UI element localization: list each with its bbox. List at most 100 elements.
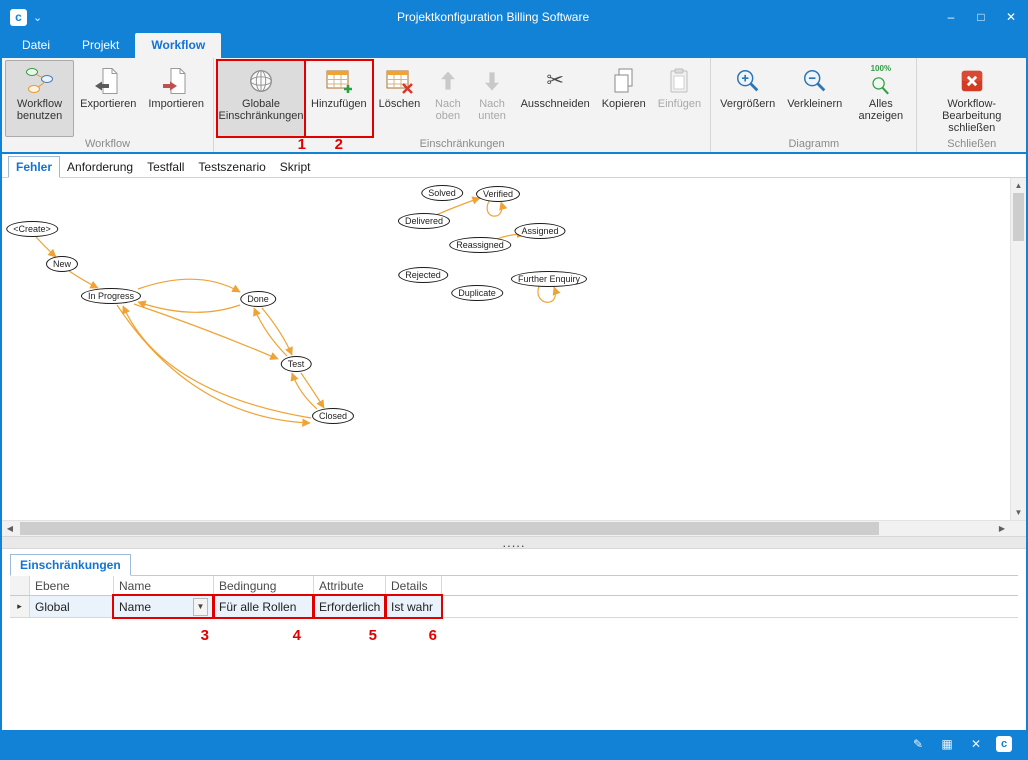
status-close-icon[interactable]: ✕: [967, 737, 985, 751]
tab-workflow[interactable]: Workflow: [135, 33, 221, 58]
ausschneiden-button[interactable]: ✂ Ausschneiden: [515, 60, 596, 137]
doc-tab-anforderung[interactable]: Anforderung: [60, 157, 140, 177]
state-node-delivered[interactable]: Delivered: [398, 213, 450, 229]
constraints-table: Ebene Name Bedingung Attribute Details ▸…: [10, 576, 1018, 618]
state-node-closed[interactable]: Closed: [312, 408, 354, 424]
combo-dropdown-icon[interactable]: ▼: [193, 598, 208, 616]
minimize-button[interactable]: –: [936, 2, 966, 32]
maximize-button[interactable]: □: [966, 2, 996, 32]
button-label: Nach unten: [476, 98, 509, 122]
state-node-verified[interactable]: Verified: [476, 186, 520, 202]
status-app-logo-icon[interactable]: c: [996, 736, 1012, 752]
paste-icon: [664, 64, 694, 98]
workflow-benutzen-button[interactable]: Workflow benutzen: [5, 60, 74, 137]
ribbon: Workflow benutzen Exportieren: [2, 58, 1026, 154]
zoom-100-badge: 100%: [871, 65, 891, 73]
importieren-button[interactable]: Importieren: [142, 60, 210, 137]
header-filler: [442, 576, 1018, 595]
title-bar: c ⌄ Projektkonfiguration Billing Softwar…: [2, 2, 1026, 32]
state-node-solved[interactable]: Solved: [421, 185, 463, 201]
app-logo-icon: c: [10, 9, 27, 26]
cell-details[interactable]: Ist wahr 6: [386, 596, 442, 617]
state-node-reassigned[interactable]: Reassigned: [449, 237, 511, 253]
cell-details-value: Ist wahr: [391, 600, 433, 614]
horizontal-scroll-track[interactable]: [18, 521, 994, 536]
ribbon-group-einschraenkungen: Globale Einschränkungen 1 Hinzufügen: [214, 58, 711, 152]
cell-ebene[interactable]: Global: [30, 596, 114, 617]
cell-name-value: Name: [119, 600, 151, 614]
alles-anzeigen-button[interactable]: 100% Alles anzeigen: [848, 60, 913, 137]
doc-tab-testszenario[interactable]: Testszenario: [191, 157, 272, 177]
state-node-further-enquiry[interactable]: Further Enquiry: [511, 271, 587, 287]
delete-table-icon: [384, 64, 414, 98]
state-node-assigned[interactable]: Assigned: [514, 223, 565, 239]
doc-tab-skript[interactable]: Skript: [273, 157, 318, 177]
annotation-number-1: 1: [298, 139, 306, 151]
scroll-right-icon[interactable]: ▶: [994, 521, 1010, 536]
state-node-new[interactable]: New: [46, 256, 78, 272]
workflow-diagram-canvas[interactable]: <Create> New In Progress Done Test Close…: [2, 178, 1010, 520]
status-grid-icon[interactable]: ▦: [938, 737, 956, 751]
tab-datei[interactable]: Datei: [6, 33, 66, 58]
annotation-number-4: 4: [293, 627, 301, 644]
vertical-scrollbar[interactable]: ▲ ▼: [1010, 178, 1026, 520]
header-row-selector: [10, 576, 30, 595]
state-node-duplicate[interactable]: Duplicate: [451, 285, 503, 301]
quick-access-chevron-icon[interactable]: ⌄: [33, 11, 42, 24]
cell-bedingung[interactable]: Für alle Rollen 4: [214, 596, 314, 617]
cell-filler: [442, 596, 1018, 617]
scroll-left-icon[interactable]: ◀: [2, 521, 18, 536]
button-label: Löschen: [379, 98, 421, 110]
header-name[interactable]: Name: [114, 576, 214, 595]
group-label-diagramm: Diagramm: [714, 137, 913, 152]
panel-splitter[interactable]: .....: [2, 536, 1026, 549]
group-label-schliessen: Schließen: [920, 137, 1023, 152]
doc-tab-testfall[interactable]: Testfall: [140, 157, 191, 177]
vertical-scroll-track[interactable]: [1011, 193, 1026, 505]
row-selector[interactable]: ▸: [10, 596, 30, 617]
cell-name-combobox[interactable]: Name ▼ 3: [114, 596, 214, 617]
button-label: Hinzufügen: [311, 98, 367, 110]
scissors-icon: ✂: [546, 64, 564, 98]
group-label-workflow: Workflow: [5, 137, 210, 152]
loeschen-button[interactable]: Löschen: [373, 60, 427, 137]
close-button[interactable]: ✕: [996, 2, 1026, 32]
state-node-rejected[interactable]: Rejected: [398, 267, 448, 283]
state-node-create[interactable]: <Create>: [6, 221, 58, 237]
copy-icon: [609, 64, 639, 98]
constraints-tab-bar: Einschränkungen: [10, 553, 1018, 576]
button-label: Alles anzeigen: [854, 98, 907, 122]
app-window: c ⌄ Projektkonfiguration Billing Softwar…: [0, 0, 1028, 760]
vergroessern-button[interactable]: Vergrößern: [714, 60, 781, 137]
state-node-in-progress[interactable]: In Progress: [81, 288, 141, 304]
scroll-down-icon[interactable]: ▼: [1011, 505, 1026, 520]
document-tab-bar: Fehler Anforderung Testfall Testszenario…: [2, 154, 1026, 178]
button-label: Kopieren: [602, 98, 646, 110]
header-attribute[interactable]: Attribute: [314, 576, 386, 595]
workflow-bearbeitung-schliessen-button[interactable]: Workflow-Bearbeitung schließen: [920, 60, 1023, 137]
scroll-up-icon[interactable]: ▲: [1011, 178, 1026, 193]
button-label: Verkleinern: [787, 98, 842, 110]
vertical-scroll-thumb[interactable]: [1013, 193, 1024, 241]
horizontal-scroll-thumb[interactable]: [20, 522, 879, 535]
state-node-done[interactable]: Done: [240, 291, 276, 307]
annotation-number-5: 5: [369, 627, 377, 644]
hinzufuegen-button[interactable]: Hinzufügen 2: [305, 60, 373, 137]
zoom-100-icon: 100%: [869, 64, 893, 98]
kopieren-button[interactable]: Kopieren: [596, 60, 652, 137]
globale-einschraenkungen-button[interactable]: Globale Einschränkungen 1: [217, 60, 305, 137]
horizontal-scrollbar[interactable]: ◀ ▶: [2, 520, 1026, 536]
tab-einschraenkungen[interactable]: Einschränkungen: [10, 554, 131, 576]
exportieren-button[interactable]: Exportieren: [74, 60, 142, 137]
state-node-test[interactable]: Test: [281, 356, 312, 372]
cell-attribute[interactable]: Erforderlich 5: [314, 596, 386, 617]
verkleinern-button[interactable]: Verkleinern: [781, 60, 848, 137]
doc-tab-fehler[interactable]: Fehler: [8, 156, 60, 178]
status-edit-icon[interactable]: ✎: [909, 737, 927, 751]
tab-projekt[interactable]: Projekt: [66, 33, 135, 58]
table-row[interactable]: ▸ Global Name ▼ 3 Für alle Rollen 4 Erfo…: [10, 596, 1018, 618]
header-bedingung[interactable]: Bedingung: [214, 576, 314, 595]
header-details[interactable]: Details: [386, 576, 442, 595]
header-ebene[interactable]: Ebene: [30, 576, 114, 595]
add-table-icon: [324, 64, 354, 98]
